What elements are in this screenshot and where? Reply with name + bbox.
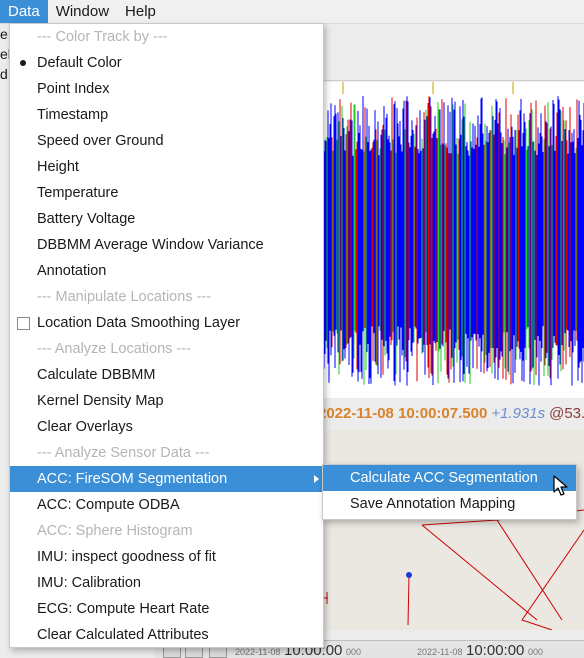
menu-item-temperature[interactable]: Temperature [10, 180, 323, 206]
section-analyze-locations: --- Analyze Locations --- [37, 341, 191, 357]
timeline-left-ms: 000 [346, 647, 362, 657]
timeline-left-date: 2022-11-08 [235, 647, 281, 657]
data-menu-dropdown: --- Color Track by --- Default Color Poi… [9, 23, 324, 648]
submenu-item-calculate-acc-segmentation[interactable]: Calculate ACC Segmentation [323, 465, 576, 491]
menu-item-speed-over-ground[interactable]: Speed over Ground [10, 128, 323, 154]
menu-item-kernel-density[interactable]: Kernel Density Map [10, 388, 323, 414]
map-point [406, 572, 412, 578]
menu-item-firesom-segmentation[interactable]: ACC: FireSOM Segmentation [10, 466, 323, 492]
menu-help[interactable]: Help [117, 0, 164, 23]
timestamp-row: 2022-11-08 10:00:07.500 +1.931s @53. [318, 405, 584, 427]
menu-item-location-smoothing[interactable]: Location Data Smoothing Layer [10, 310, 323, 336]
toolbar-area [322, 24, 584, 81]
track-segment-2 [421, 524, 538, 621]
checkbox-icon[interactable] [17, 317, 30, 330]
firesom-submenu: Calculate ACC Segmentation Save Annotati… [322, 464, 577, 520]
track-segment-5 [407, 575, 410, 626]
radio-bullet-icon [20, 60, 26, 66]
menu-item-timestamp[interactable]: Timestamp [10, 102, 323, 128]
timeline-right-label: 2022-11-08 10:00:00 000 [417, 642, 543, 658]
submenu-item-save-annotation-mapping[interactable]: Save Annotation Mapping [323, 491, 576, 517]
menu-item-clear-attributes[interactable]: Clear Calculated Attributes [10, 622, 323, 648]
menu-item-clear-overlays[interactable]: Clear Overlays [10, 414, 323, 440]
submenu-arrow-icon [314, 475, 319, 483]
section-color-track: --- Color Track by --- [37, 29, 168, 45]
menu-window[interactable]: Window [48, 0, 117, 23]
current-timestamp: 2022-11-08 10:00:07.500 [318, 405, 488, 422]
track-segment-1 [421, 519, 563, 621]
timeline-right-date: 2022-11-08 [417, 647, 463, 657]
timeline-right-time: 10:00:00 [466, 642, 525, 658]
menu-item-imu-calibration[interactable]: IMU: Calibration [10, 570, 323, 596]
menu-item-label: Default Color [37, 55, 122, 71]
menu-data[interactable]: Data [0, 0, 48, 23]
menu-item-calculate-dbbmm[interactable]: Calculate DBBMM [10, 362, 323, 388]
menu-item-label: Location Data Smoothing Layer [37, 315, 241, 331]
position-readout: @53. [549, 405, 584, 422]
mouse-cursor-icon [553, 475, 568, 496]
time-delta: +1.931s [491, 405, 546, 422]
sensor-plot[interactable] [322, 82, 584, 398]
menu-item-ecg-heart-rate[interactable]: ECG: Compute Heart Rate [10, 596, 323, 622]
timeline-right-ms: 000 [528, 647, 544, 657]
menu-item-imu-goodness[interactable]: IMU: inspect goodness of fit [10, 544, 323, 570]
map-track-svg [322, 509, 584, 630]
sensor-plot-svg [323, 82, 584, 386]
menu-item-annotation[interactable]: Annotation [10, 258, 323, 284]
map-view[interactable] [322, 430, 584, 630]
menu-item-battery-voltage[interactable]: Battery Voltage [10, 206, 323, 232]
menu-bar: Data Window Help [0, 0, 584, 24]
menu-item-compute-odba[interactable]: ACC: Compute ODBA [10, 492, 323, 518]
menu-item-sphere-histogram: ACC: Sphere Histogram [37, 523, 193, 539]
menu-item-default-color[interactable]: Default Color [10, 50, 323, 76]
menu-item-label: ACC: FireSOM Segmentation [37, 471, 228, 487]
map-track [322, 509, 584, 630]
menu-item-dbbmm-variance[interactable]: DBBMM Average Window Variance [10, 232, 323, 258]
menu-item-height[interactable]: Height [10, 154, 323, 180]
menu-item-point-index[interactable]: Point Index [10, 76, 323, 102]
section-analyze-sensor: --- Analyze Sensor Data --- [37, 445, 210, 461]
section-manipulate-locations: --- Manipulate Locations --- [37, 289, 212, 305]
